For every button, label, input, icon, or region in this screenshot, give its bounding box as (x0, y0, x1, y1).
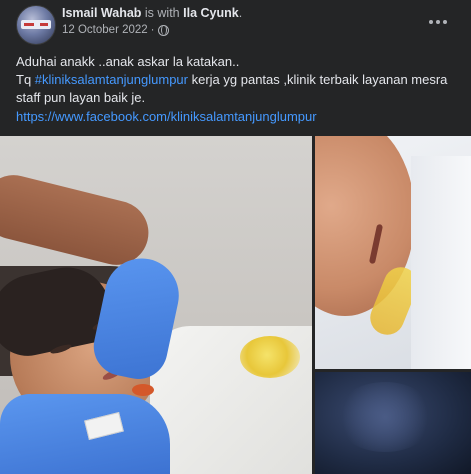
post-link-line: https://www.facebook.com/kliniksalamtanj… (16, 109, 317, 125)
hashtag-link[interactable]: #kliniksalamtanjunglumpur (35, 72, 188, 87)
post-text-line2: Tq #kliniksalamtanjunglumpur kerja yg pa… (16, 71, 461, 107)
photo-dark-thumbnail[interactable] (315, 372, 471, 474)
wound (132, 384, 154, 396)
dot (443, 20, 447, 24)
post-meta: 12 October 2022 · (62, 24, 169, 36)
post-text-line1: Aduhai anakk ..anak askar la katakan.. (16, 54, 240, 69)
author-name[interactable]: Ismail Wahab (62, 6, 141, 20)
tagged-user[interactable]: Ila Cyunk (183, 6, 239, 20)
avatar-banner (21, 20, 51, 29)
yellow-gauze (240, 336, 300, 378)
facebook-page-link[interactable]: https://www.facebook.com/kliniksalamtanj… (16, 109, 317, 124)
meta-separator: · (150, 24, 155, 36)
blurred-shape (335, 382, 435, 452)
photo-grid (0, 136, 471, 474)
towel-fold (411, 156, 471, 369)
more-options-icon[interactable] (420, 8, 456, 36)
facebook-post: Ismail Wahab is with Ila Cyunk. 12 Octob… (0, 0, 471, 474)
glove-lower (0, 394, 170, 474)
arm (0, 168, 156, 272)
post-date[interactable]: 12 October 2022 (62, 24, 148, 36)
globe-icon[interactable] (157, 24, 169, 36)
dot (436, 20, 440, 24)
with-text: is with (144, 6, 180, 20)
photo-chin-closeup[interactable] (315, 136, 471, 369)
post-header: Ismail Wahab is with Ila Cyunk. (62, 5, 242, 21)
post-text-prefix: Tq (16, 72, 35, 87)
tagged-suffix: . (238, 6, 243, 20)
author-avatar[interactable] (16, 5, 56, 45)
post-text: Aduhai anakk ..anak askar la katakan.. T… (16, 53, 461, 107)
photo-child-treatment[interactable] (0, 136, 312, 474)
dot (429, 20, 433, 24)
